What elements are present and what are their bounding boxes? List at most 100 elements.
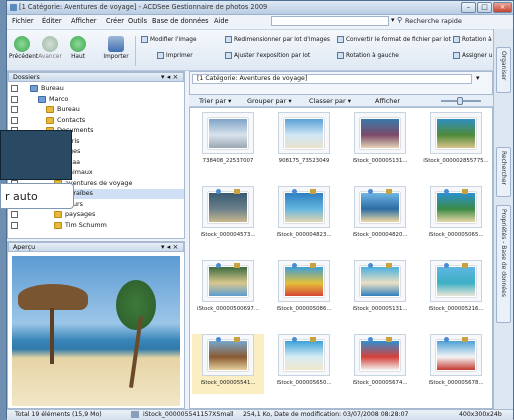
thumbnail-item[interactable]: iStock_000005541... xyxy=(192,334,264,394)
database-icon xyxy=(386,337,392,342)
folder-checkbox[interactable] xyxy=(11,221,18,229)
tab-organiser[interactable]: Organiser xyxy=(496,47,511,93)
quick-search-input[interactable] xyxy=(271,16,389,26)
database-icon xyxy=(310,189,316,194)
history-dropdown-icon[interactable]: ▾ xyxy=(476,74,480,82)
category-tag-icon xyxy=(444,263,449,268)
minimize-button[interactable]: – xyxy=(461,2,476,13)
thumbnail-item[interactable]: iStock_00000500697... xyxy=(192,260,264,320)
thumbnail-item[interactable]: iStock_000005674... xyxy=(344,334,416,394)
thumbnail-item[interactable]: 738408_22537007 xyxy=(192,112,264,172)
database-icon xyxy=(386,189,392,194)
menu-base-de-donnees[interactable]: Base de données xyxy=(152,17,209,25)
print-icon xyxy=(157,52,164,59)
rate-by-label: Classer par xyxy=(309,97,346,105)
batch-convert-button[interactable]: Convertir le format de fichier par lot xyxy=(337,36,451,43)
folder-icon xyxy=(46,116,54,124)
close-button[interactable]: × xyxy=(493,2,512,13)
folder-item[interactable]: paysages xyxy=(8,210,184,220)
forward-button[interactable]: Avancer xyxy=(37,32,63,60)
folder-label: Marco xyxy=(49,94,69,103)
tab-rechercher[interactable]: Rechercher xyxy=(496,147,511,197)
rate-by-button[interactable]: Classer par ▾ xyxy=(309,97,351,105)
batch-exposure-button[interactable]: Ajuster l'exposition par lot xyxy=(225,52,310,59)
edit-image-button[interactable]: Modifier l'image xyxy=(141,36,197,43)
pin-icon[interactable]: ▾ ◂ × xyxy=(161,73,178,81)
tab-proprietes[interactable]: Propriétés - Base de données xyxy=(496,205,511,323)
thumbnail-frame xyxy=(430,112,482,154)
folder-label: Contacts xyxy=(57,115,86,124)
thumbnail-item[interactable]: iStock_000004573... xyxy=(192,186,264,246)
menu-outils[interactable]: Outils xyxy=(128,17,147,25)
zoom-slider-handle[interactable] xyxy=(457,97,463,105)
import-button[interactable]: Importer xyxy=(101,32,131,60)
dropdown-arrow-icon[interactable]: ▾ xyxy=(391,16,395,24)
thumbnail-item[interactable]: 908175_73523049 xyxy=(268,112,340,172)
thumbnail-grid: 738408_22537007 908175_73523049 iStock_000… xyxy=(189,107,493,409)
thumbnail-frame xyxy=(354,112,406,154)
folder-checkbox[interactable] xyxy=(11,95,18,103)
folder-label: aventures de voyage xyxy=(65,178,133,187)
view-button[interactable]: Afficher xyxy=(375,97,400,105)
assign-button[interactable]: Assigner u xyxy=(453,52,492,59)
path-bar[interactable]: [1 Catégorie: Aventures de voyage] xyxy=(192,74,472,84)
thumbnail-item[interactable]: iStock_000005131... xyxy=(344,260,416,320)
folder-item[interactable]: Bureau xyxy=(8,84,184,94)
folder-checkbox[interactable] xyxy=(11,106,18,113)
menu-creer[interactable]: Créer xyxy=(106,17,124,25)
category-tag-icon xyxy=(292,263,297,268)
folder-item[interactable]: Bureau xyxy=(8,105,184,115)
folder-checkbox[interactable] xyxy=(11,85,18,92)
thumbnail-frame xyxy=(202,260,254,302)
category-tag-icon xyxy=(292,189,297,194)
maximize-button[interactable]: □ xyxy=(477,2,492,13)
sort-by-button[interactable]: Trier par ▾ xyxy=(199,97,231,105)
batch-resize-button[interactable]: Redimensionner par lot d'images xyxy=(225,36,330,43)
thumbnail-frame xyxy=(430,260,482,302)
menu-editer[interactable]: Éditer xyxy=(42,17,62,25)
menu-fichier[interactable]: Fichier xyxy=(12,17,34,25)
thumbnail-image xyxy=(208,266,248,297)
edit-image-label: Modifier l'image xyxy=(150,37,197,43)
search-icon[interactable]: ⚲ xyxy=(397,16,402,24)
up-button[interactable]: Haut xyxy=(65,32,91,60)
thumbnail-item[interactable]: iStock_000004820... xyxy=(344,186,416,246)
folder-checkbox[interactable] xyxy=(11,116,18,124)
print-button[interactable]: Imprimer xyxy=(157,52,193,59)
rotate-left-icon xyxy=(337,52,344,59)
thumbnail-item[interactable]: iStock_000005065... xyxy=(420,186,492,246)
auto-button[interactable]: r auto xyxy=(0,183,74,209)
folder-item[interactable]: Tim Schumm xyxy=(8,221,184,231)
menu-aide[interactable]: Aide xyxy=(214,17,229,25)
thumbnail-frame xyxy=(202,186,254,228)
category-tag-icon xyxy=(368,337,373,342)
menu-afficher[interactable]: Afficher xyxy=(71,17,96,25)
thumbnail-item[interactable]: iStock_000004823... xyxy=(268,186,340,246)
thumbnail-image xyxy=(360,340,400,371)
folder-item[interactable]: Contacts xyxy=(8,116,184,126)
folder-checkbox[interactable] xyxy=(11,211,18,218)
thumbnail-item[interactable]: iStock_000005216... xyxy=(420,260,492,320)
thumbnail-item[interactable]: iStock_000005086... xyxy=(268,260,340,320)
tab-organiser-label: Organiser xyxy=(500,51,507,81)
thumbnail-caption: 738408_22537007 xyxy=(202,158,254,164)
thumbnail-item[interactable]: iStock_000002855775... xyxy=(420,112,492,172)
rotate-left-button[interactable]: Rotation à gauche xyxy=(337,52,399,59)
back-button[interactable]: Précédent xyxy=(9,32,38,60)
database-icon xyxy=(462,263,468,268)
group-by-button[interactable]: Grouper par ▾ xyxy=(247,97,292,105)
folder-icon xyxy=(54,211,62,218)
database-icon xyxy=(234,337,240,342)
rotate-right-button[interactable]: Rotation à xyxy=(453,36,492,43)
thumbnail-item[interactable]: iStock_000005650... xyxy=(268,334,340,394)
quick-search-label[interactable]: Recherche rapide xyxy=(405,17,462,25)
status-bar: Total 19 éléments (15,9 Mo) iStock_00000… xyxy=(7,409,513,420)
thumbnail-item[interactable]: iStock_000005678... xyxy=(420,334,492,394)
folder-label: Tim Schumm xyxy=(65,220,107,229)
thumbnail-item[interactable]: iStock_000005131... xyxy=(344,112,416,172)
edit-icon xyxy=(141,36,148,43)
pin-icon[interactable]: ▾ ◂ × xyxy=(161,243,178,251)
folder-item[interactable]: Marco xyxy=(8,95,184,105)
file-icon xyxy=(131,411,139,418)
thumbnail-frame xyxy=(202,334,254,376)
